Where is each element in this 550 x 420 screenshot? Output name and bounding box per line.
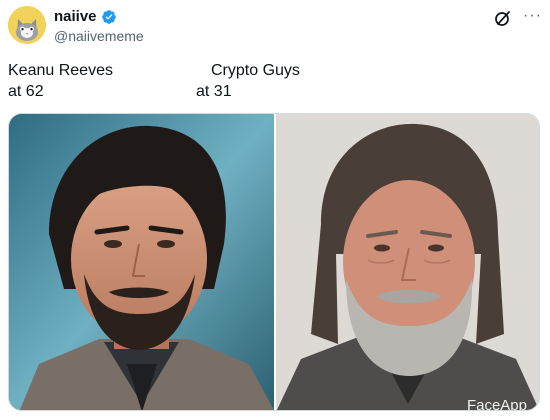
verified-badge-icon bbox=[101, 10, 116, 24]
post-media[interactable]: FaceApp bbox=[8, 113, 540, 411]
more-icon[interactable]: ··· bbox=[523, 8, 542, 24]
photo-right[interactable]: FaceApp bbox=[276, 114, 539, 410]
portrait-aged-man bbox=[276, 114, 539, 410]
grok-icon[interactable] bbox=[494, 9, 512, 27]
portrait-young-man bbox=[9, 114, 274, 410]
avatar[interactable] bbox=[8, 6, 46, 44]
left-caption-line1: Keanu Reeves bbox=[8, 62, 113, 79]
display-name[interactable]: naiive bbox=[54, 8, 97, 26]
post-header: naiive @naiivememe ··· bbox=[8, 6, 542, 46]
cat-avatar-icon bbox=[8, 6, 46, 44]
right-caption-line2: at 31 bbox=[196, 83, 232, 100]
left-caption-line2: at 62 bbox=[8, 83, 44, 100]
post-text-left: Keanu Reeves at 62 bbox=[8, 60, 113, 102]
right-caption-line1: Crypto Guys bbox=[211, 62, 300, 79]
post-text-right: Crypto Guys at 31 bbox=[196, 60, 396, 102]
faceapp-watermark: FaceApp bbox=[466, 397, 527, 410]
author-handle[interactable]: @naiivememe bbox=[54, 28, 144, 44]
photo-left[interactable] bbox=[9, 114, 274, 410]
author-name-row: naiive bbox=[54, 8, 117, 26]
